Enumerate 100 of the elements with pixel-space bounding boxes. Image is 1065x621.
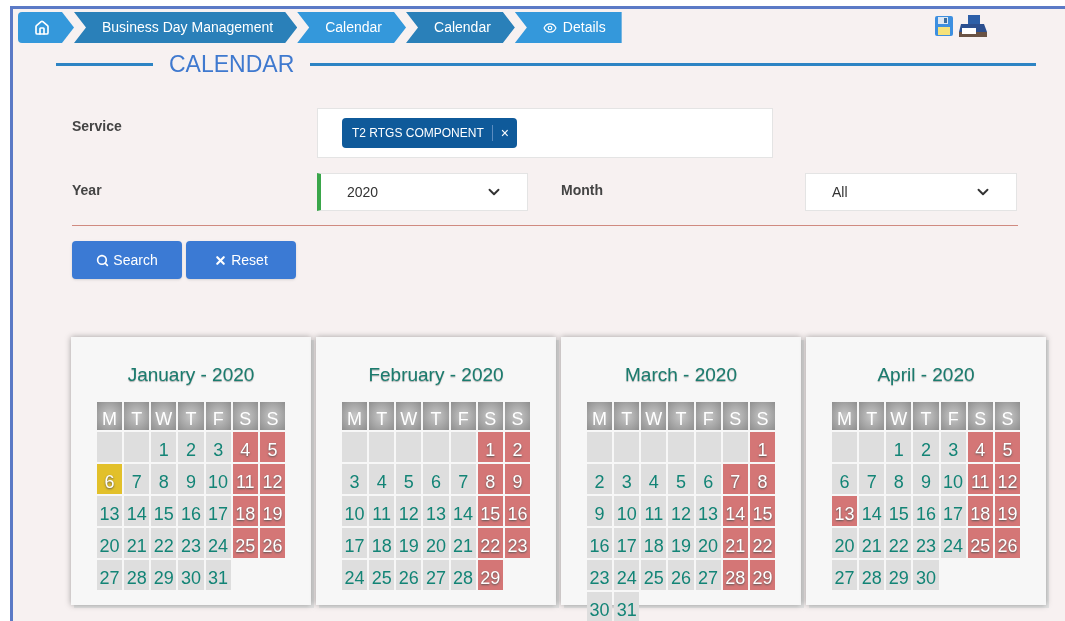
day-cell: 6 <box>832 463 858 494</box>
weekday-header: S <box>477 401 503 430</box>
day-cell: 9 <box>913 463 939 494</box>
day-cell: 31 <box>614 591 640 621</box>
day-cell: 10 <box>205 463 231 494</box>
day-cell: 2 <box>178 431 204 462</box>
day-cell: 15 <box>151 495 177 526</box>
field-label: Month <box>561 180 604 200</box>
holiday-day-cell: 1 <box>749 431 775 462</box>
breadcrumb-link[interactable]: Calendar <box>406 12 515 43</box>
day-cell: 17 <box>614 527 640 558</box>
day-cell: 20 <box>832 527 858 558</box>
printer-icon[interactable] <box>957 14 988 38</box>
weekday-header: M <box>342 401 368 430</box>
day-cell: 27 <box>97 559 123 590</box>
holiday-day-cell: 25 <box>232 527 258 558</box>
month-select[interactable]: All <box>805 173 1017 211</box>
holiday-day-cell: 18 <box>232 495 258 526</box>
day-cell: 30 <box>178 559 204 590</box>
holiday-day-cell: 18 <box>967 495 993 526</box>
holiday-day-cell: 11 <box>967 463 993 494</box>
weekday-header: F <box>450 401 476 430</box>
month-title: February - 2020 <box>367 363 505 387</box>
page-heading: CALENDAR <box>168 53 296 76</box>
service-field[interactable]: T2 RTGS COMPONENT × <box>317 108 773 158</box>
day-cell: 24 <box>940 527 966 558</box>
day-cell: 12 <box>396 495 422 526</box>
holiday-day-cell: 15 <box>749 495 775 526</box>
holiday-day-cell: 11 <box>232 463 258 494</box>
day-cell: 8 <box>151 463 177 494</box>
holiday-day-cell: 26 <box>259 527 285 558</box>
day-cell: 4 <box>369 463 395 494</box>
day-cell: 6 <box>423 463 449 494</box>
day-cell: 23 <box>178 527 204 558</box>
weekday-header: T <box>668 401 694 430</box>
day-cell: 23 <box>913 527 939 558</box>
day-cell: 22 <box>886 527 912 558</box>
weekday-header: S <box>232 401 258 430</box>
day-cell: 26 <box>668 559 694 590</box>
holiday-day-cell: 22 <box>749 527 775 558</box>
holiday-day-cell: 5 <box>994 431 1020 462</box>
holiday-day-cell: 29 <box>749 559 775 590</box>
day-cell: 25 <box>369 559 395 590</box>
day-cell: 11 <box>641 495 667 526</box>
holiday-day-cell: 16 <box>504 495 530 526</box>
day-cell: 4 <box>641 463 667 494</box>
day-cell: 30 <box>587 591 613 621</box>
day-cell: 13 <box>695 495 721 526</box>
day-cell: 8 <box>886 463 912 494</box>
holiday-day-cell: 4 <box>967 431 993 462</box>
day-cell: 13 <box>423 495 449 526</box>
breadcrumb-link[interactable]: Calendar <box>297 12 407 43</box>
weekday-header: M <box>832 401 858 430</box>
day-cell: 3 <box>940 431 966 462</box>
holiday-day-cell: 9 <box>504 463 530 494</box>
holiday-day-cell: 19 <box>259 495 285 526</box>
day-cell: 24 <box>614 559 640 590</box>
day-cell: 19 <box>396 527 422 558</box>
holiday-day-cell: 12 <box>259 463 285 494</box>
breadcrumb-link[interactable]: Details <box>514 12 622 43</box>
weekday-header: T <box>369 401 395 430</box>
reset-button[interactable]: Reset <box>186 241 296 279</box>
search-icon <box>96 253 110 267</box>
day-cell: 5 <box>396 463 422 494</box>
day-cell: 18 <box>641 527 667 558</box>
day-cell: 12 <box>668 495 694 526</box>
holiday-day-cell: 22 <box>477 527 503 558</box>
holiday-day-cell: 4 <box>232 431 258 462</box>
day-cell: 27 <box>695 559 721 590</box>
weekday-header: S <box>722 401 748 430</box>
tag-remove-button[interactable]: × <box>500 126 509 140</box>
day-cell: 10 <box>940 463 966 494</box>
holiday-day-cell: 2 <box>504 431 530 462</box>
weekday-header: S <box>967 401 993 430</box>
breadcrumb-link[interactable] <box>18 12 74 43</box>
day-cell: 21 <box>450 527 476 558</box>
holiday-day-cell: 13 <box>832 495 858 526</box>
day-cell: 21 <box>124 527 150 558</box>
year-select[interactable]: 2020 <box>317 173 528 211</box>
day-cell: 30 <box>913 559 939 590</box>
month-title: April - 2020 <box>876 363 976 387</box>
day-cell: 5 <box>668 463 694 494</box>
day-cell: 17 <box>342 527 368 558</box>
day-cell: 6 <box>695 463 721 494</box>
day-cell: 3 <box>614 463 640 494</box>
day-cell: 10 <box>342 495 368 526</box>
day-cell: 14 <box>124 495 150 526</box>
save-icon[interactable] <box>933 15 954 37</box>
holiday-day-cell: 8 <box>749 463 775 494</box>
day-cell: 9 <box>178 463 204 494</box>
breadcrumb-link[interactable]: Business Day Management <box>74 12 298 43</box>
search-button[interactable]: Search <box>72 241 182 279</box>
day-cell: 24 <box>205 527 231 558</box>
close-icon <box>214 253 228 267</box>
holiday-day-cell: 5 <box>259 431 285 462</box>
holiday-day-cell: 29 <box>477 559 503 590</box>
holiday-day-cell: 19 <box>994 495 1020 526</box>
day-cell: 16 <box>587 527 613 558</box>
weekday-header: T <box>913 401 939 430</box>
month-title: January - 2020 <box>126 363 256 387</box>
